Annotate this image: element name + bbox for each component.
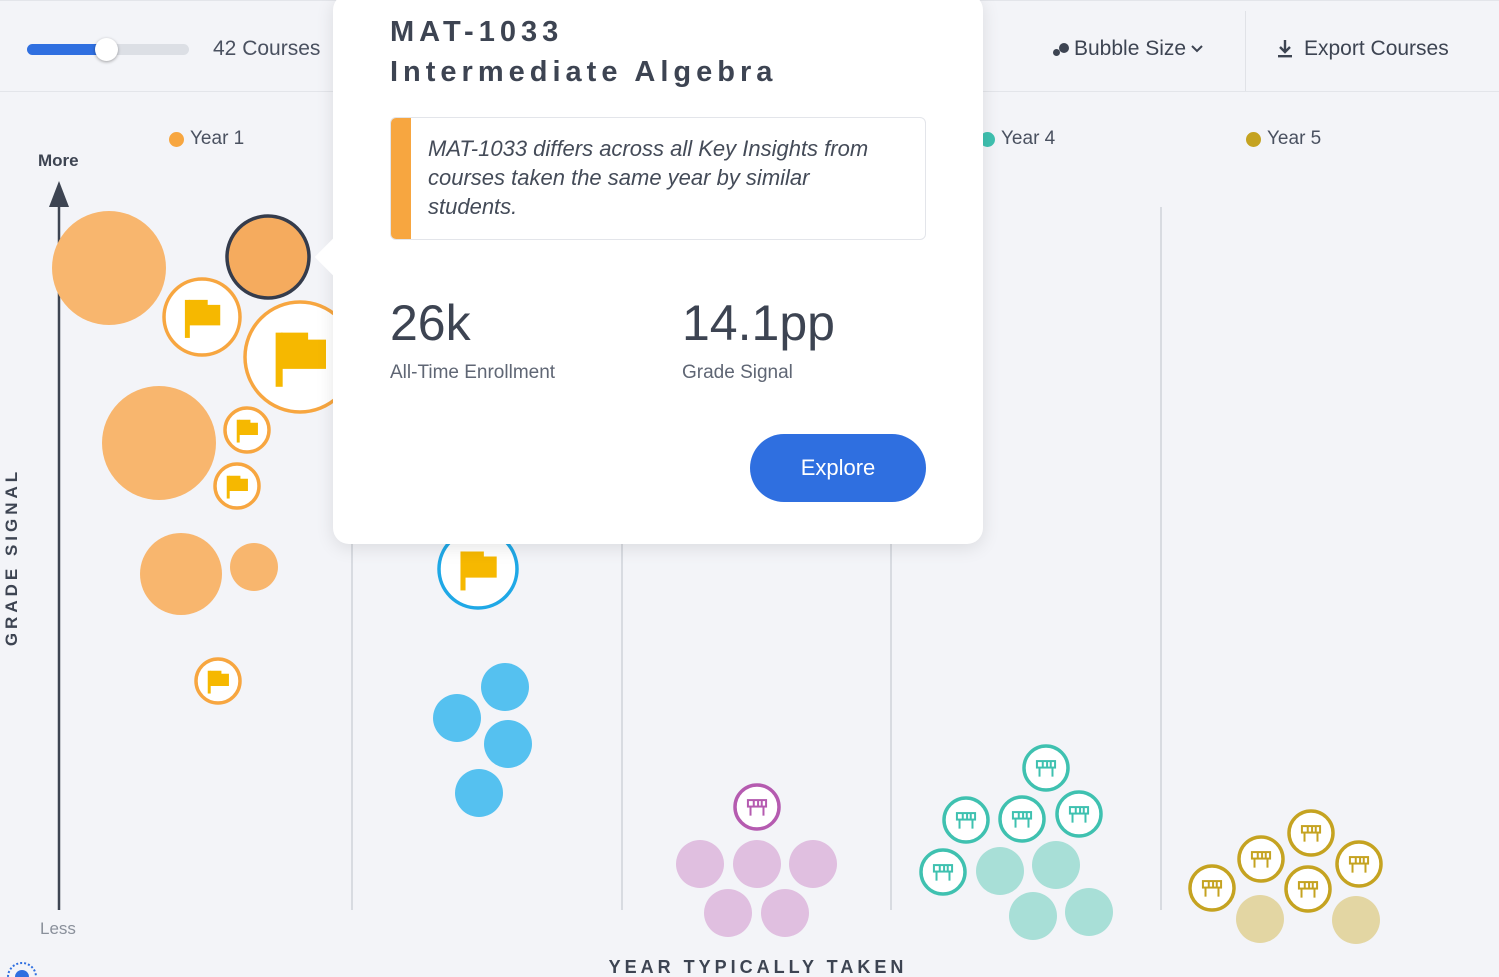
toolbar-divider [1245,11,1246,91]
course-popover: MAT-1033 Intermediate Algebra MAT-1033 d… [314,0,983,544]
export-courses-button[interactable]: Export Courses [1276,37,1449,61]
course-bubble[interactable] [225,214,311,300]
course-bubble[interactable] [1032,841,1080,889]
course-bubble[interactable] [1009,892,1057,940]
y-axis-arrow [49,181,69,207]
course-bubble[interactable] [162,277,242,357]
course-bubble[interactable] [789,840,837,888]
course-bubble[interactable] [998,795,1046,843]
bubble-size-dropdown[interactable]: Bubble Size [1052,37,1204,61]
course-bubble[interactable] [1237,835,1285,883]
chevron-down-icon [1191,45,1203,53]
course-bubble[interactable] [1284,865,1332,913]
popover-course-name: Intermediate Algebra [390,56,778,88]
course-bubble[interactable] [1065,888,1113,936]
brand-logo-icon [7,962,37,977]
course-bubble[interactable] [213,462,261,510]
slider-thumb[interactable] [95,38,119,61]
course-bubble[interactable] [140,533,222,615]
bubble-size-label: Bubble Size [1074,37,1187,60]
course-bubble[interactable] [433,694,481,742]
insight-text: MAT-1033 differs across all Key Insights… [428,136,869,219]
popover-course-code: MAT-1033 [390,16,564,48]
course-bubble[interactable] [1287,809,1335,857]
download-icon [1278,40,1292,58]
course-bubble[interactable] [919,848,967,896]
enrollment-value: 26k [390,295,471,351]
grade-signal-label: Grade Signal [682,362,793,383]
insight-accent-bar [391,118,411,239]
grade-signal-value: 14.1pp [682,295,835,351]
course-bubble[interactable] [455,769,503,817]
course-bubble[interactable] [1332,896,1380,944]
course-bubble[interactable] [102,386,216,500]
course-bubble[interactable] [1055,790,1103,838]
course-bubble[interactable] [230,543,278,591]
key-insight-callout: MAT-1033 differs across all Key Insights… [390,117,926,240]
course-bubble[interactable] [484,720,532,768]
bubbles-icon [1052,40,1070,58]
enrollment-label: All-Time Enrollment [390,362,556,383]
export-courses-label: Export Courses [1304,37,1449,60]
course-bubble[interactable] [976,847,1024,895]
course-bubble[interactable] [942,796,990,844]
course-bubble[interactable] [733,840,781,888]
course-bubble[interactable] [1188,864,1236,912]
course-bubble[interactable] [52,211,166,325]
course-count-label: 42 Courses [213,37,321,60]
course-bubble[interactable] [481,663,529,711]
course-bubble[interactable] [1022,744,1070,792]
course-bubble[interactable] [223,406,271,454]
course-bubble[interactable] [194,657,242,705]
course-count-slider[interactable] [27,38,189,61]
course-bubble[interactable] [704,889,752,937]
course-bubble[interactable] [1335,840,1383,888]
course-bubble[interactable] [733,783,781,831]
course-bubble[interactable] [676,840,724,888]
course-bubble[interactable] [1236,895,1284,943]
course-bubble[interactable] [761,889,809,937]
explore-button[interactable]: Explore [750,434,926,502]
